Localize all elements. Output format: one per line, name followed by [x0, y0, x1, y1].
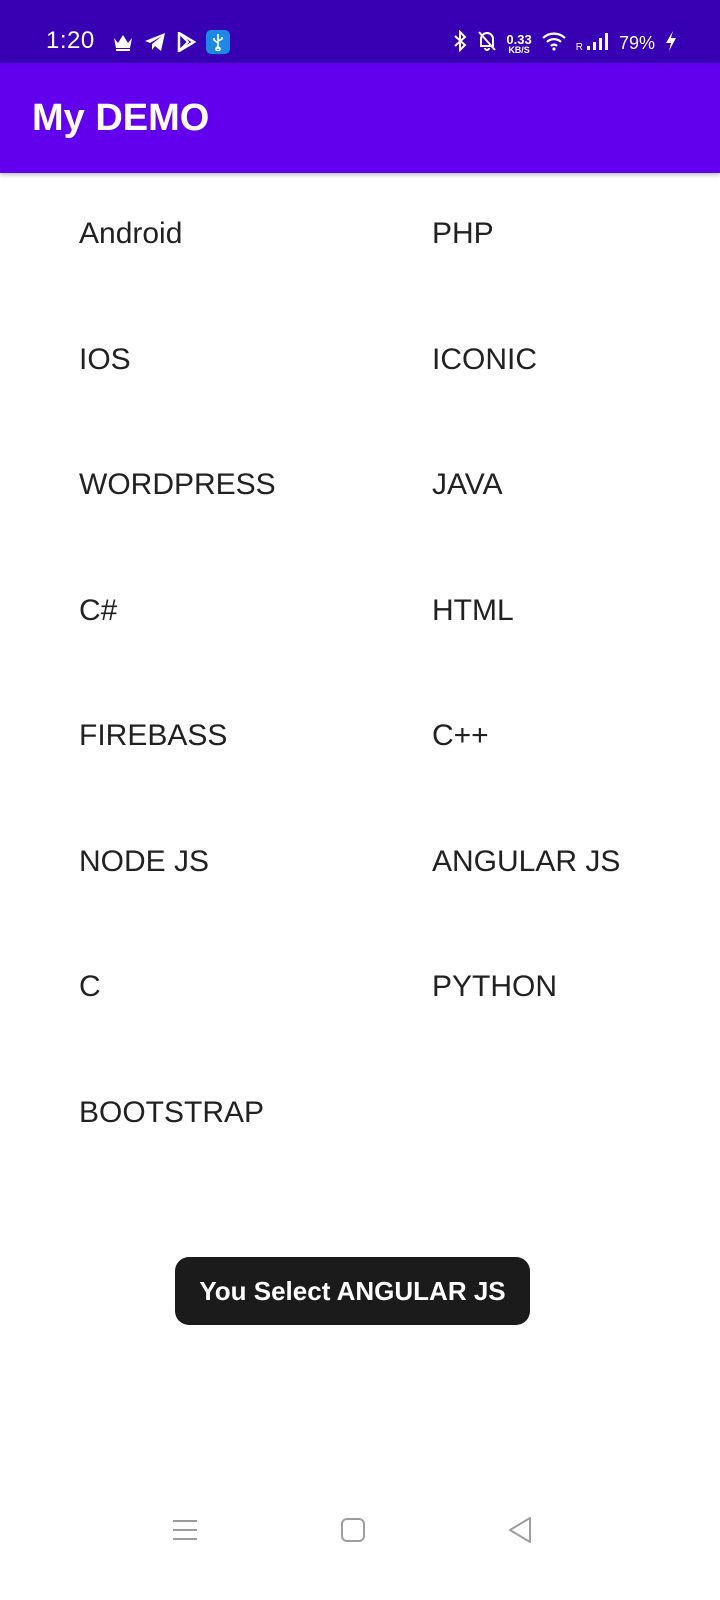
- net-speed-unit: KB/S: [508, 44, 530, 55]
- roaming-indicator: R: [575, 42, 583, 53]
- home-icon[interactable]: [333, 1510, 373, 1550]
- grid-item-firebass[interactable]: FIREBASS: [79, 719, 227, 753]
- app-bar: My DEMO: [0, 63, 720, 173]
- grid-item-iconic[interactable]: ICONIC: [432, 343, 537, 377]
- grid-item-bootstrap[interactable]: BOOTSTRAP: [79, 1096, 264, 1130]
- telegram-icon: [144, 32, 166, 52]
- wifi-icon: [541, 31, 567, 56]
- grid-item-wordpress[interactable]: WORDPRESS: [79, 468, 276, 502]
- grid-item-c[interactable]: C: [79, 970, 101, 1004]
- net-speed-value: 0.33: [506, 31, 532, 47]
- grid-item-python[interactable]: PYTHON: [432, 970, 557, 1004]
- grid-item-angularjs[interactable]: ANGULAR JS: [432, 845, 620, 879]
- notification-icons: [112, 30, 230, 54]
- toast-message: You Select ANGULAR JS: [175, 1257, 530, 1325]
- grid-item-php[interactable]: PHP: [432, 217, 494, 251]
- grid-item-csharp[interactable]: C#: [79, 594, 117, 628]
- crown-icon: [112, 32, 134, 52]
- charging-icon: [664, 30, 678, 57]
- navigation-bar: [0, 1480, 720, 1600]
- system-status-icons: 0.33 KB/S R 79%: [452, 29, 678, 57]
- back-icon[interactable]: [500, 1510, 540, 1550]
- grid-item-ios[interactable]: IOS: [79, 343, 131, 377]
- bell-off-icon: [477, 30, 497, 57]
- play-store-icon: [176, 32, 196, 52]
- signal-icon: [586, 31, 610, 56]
- status-bar: 1:20 0.33 KB/S R 79%: [0, 0, 720, 63]
- net-speed: 0.33 KB/S: [506, 33, 531, 55]
- menu-icon[interactable]: [165, 1510, 205, 1550]
- app-title: My DEMO: [32, 97, 210, 139]
- status-time: 1:20: [46, 27, 95, 54]
- usb-icon: [206, 30, 230, 54]
- grid-item-html[interactable]: HTML: [432, 594, 514, 628]
- grid-item-java[interactable]: JAVA: [432, 468, 503, 502]
- bluetooth-icon: [452, 29, 468, 57]
- grid-item-cpp[interactable]: C++: [432, 719, 489, 753]
- grid-item-nodejs[interactable]: NODE JS: [79, 845, 209, 879]
- grid-item-android[interactable]: Android: [79, 217, 182, 251]
- battery-level: 79%: [618, 33, 655, 53]
